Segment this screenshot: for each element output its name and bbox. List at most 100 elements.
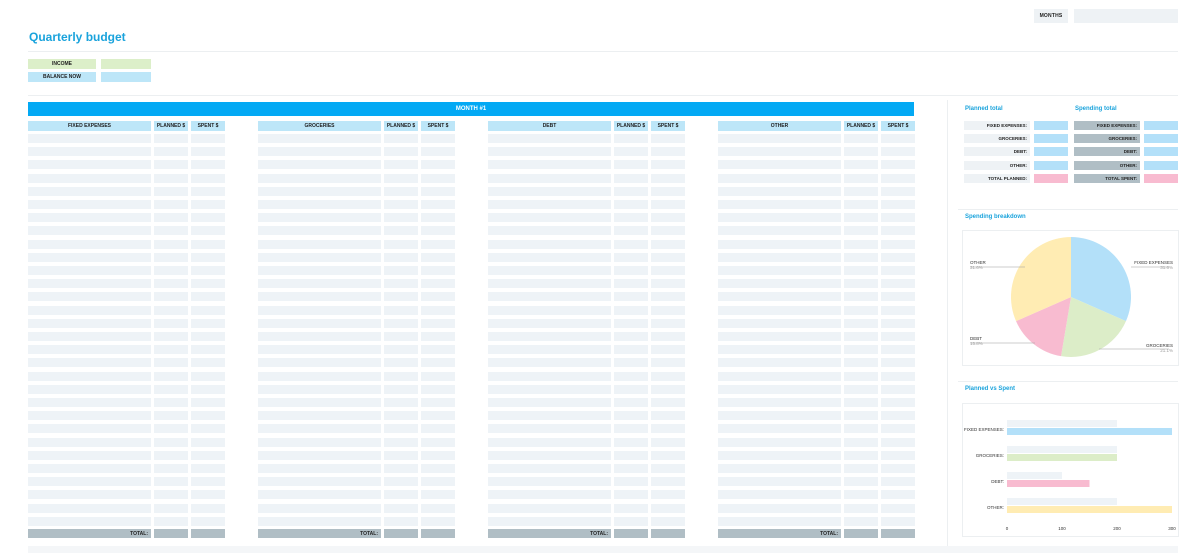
table-cell[interactable] xyxy=(191,186,225,196)
table-cell[interactable] xyxy=(651,424,685,434)
table-cell[interactable] xyxy=(844,464,878,473)
table-cell[interactable] xyxy=(384,305,418,315)
table-cell[interactable] xyxy=(28,213,151,223)
table-cell[interactable] xyxy=(651,332,685,341)
table-cell[interactable] xyxy=(384,266,418,275)
table-cell[interactable] xyxy=(651,398,685,407)
table-cell[interactable] xyxy=(191,345,225,355)
table-cell[interactable] xyxy=(614,160,648,170)
table-cell[interactable] xyxy=(881,186,915,196)
table-cell[interactable] xyxy=(488,134,611,143)
table-cell[interactable] xyxy=(28,279,151,289)
table-cell[interactable] xyxy=(488,411,611,421)
table-cell[interactable] xyxy=(384,503,418,513)
table-cell[interactable] xyxy=(844,371,878,381)
table-cell[interactable] xyxy=(258,173,381,183)
table-cell[interactable] xyxy=(718,213,841,223)
table-cell[interactable] xyxy=(258,503,381,513)
table-cell[interactable] xyxy=(384,437,418,447)
table-cell[interactable] xyxy=(191,292,225,302)
table-cell[interactable] xyxy=(881,411,915,421)
table-cell[interactable] xyxy=(881,226,915,236)
table-cell[interactable] xyxy=(28,252,151,262)
table-cell[interactable] xyxy=(651,200,685,209)
table-cell[interactable] xyxy=(154,345,188,355)
table-cell[interactable] xyxy=(718,200,841,209)
table-cell[interactable] xyxy=(881,279,915,289)
table-cell[interactable] xyxy=(154,318,188,328)
table-cell[interactable] xyxy=(421,134,455,143)
table-cell[interactable] xyxy=(881,266,915,275)
table-cell[interactable] xyxy=(154,358,188,368)
table-cell[interactable] xyxy=(384,464,418,473)
table-cell[interactable] xyxy=(421,173,455,183)
table-cell[interactable] xyxy=(651,490,685,500)
table-cell[interactable] xyxy=(488,279,611,289)
table-cell[interactable] xyxy=(488,213,611,223)
table-cell[interactable] xyxy=(881,160,915,170)
table-cell[interactable] xyxy=(384,332,418,341)
table-cell[interactable] xyxy=(384,318,418,328)
table-cell[interactable] xyxy=(384,173,418,183)
table-cell[interactable] xyxy=(488,266,611,275)
table-cell[interactable] xyxy=(421,345,455,355)
table-cell[interactable] xyxy=(421,490,455,500)
table-cell[interactable] xyxy=(191,200,225,209)
table-cell[interactable] xyxy=(614,516,648,526)
table-cell[interactable] xyxy=(844,332,878,341)
table-cell[interactable] xyxy=(614,147,648,157)
table-cell[interactable] xyxy=(421,411,455,421)
table-cell[interactable] xyxy=(844,173,878,183)
table-cell[interactable] xyxy=(651,358,685,368)
table-cell[interactable] xyxy=(154,200,188,209)
table-cell[interactable] xyxy=(154,503,188,513)
table-cell[interactable] xyxy=(384,226,418,236)
table-cell[interactable] xyxy=(651,516,685,526)
table-cell[interactable] xyxy=(28,173,151,183)
table-cell[interactable] xyxy=(718,186,841,196)
table-cell[interactable] xyxy=(718,516,841,526)
table-cell[interactable] xyxy=(191,516,225,526)
table-cell[interactable] xyxy=(614,424,648,434)
table-cell[interactable] xyxy=(258,305,381,315)
table-cell[interactable] xyxy=(421,318,455,328)
table-cell[interactable] xyxy=(718,266,841,275)
table-cell[interactable] xyxy=(258,490,381,500)
table-cell[interactable] xyxy=(488,437,611,447)
table-cell[interactable] xyxy=(421,424,455,434)
table-cell[interactable] xyxy=(421,358,455,368)
table-cell[interactable] xyxy=(844,516,878,526)
table-cell[interactable] xyxy=(191,371,225,381)
table-cell[interactable] xyxy=(258,134,381,143)
table-cell[interactable] xyxy=(718,358,841,368)
table-cell[interactable] xyxy=(154,398,188,407)
table-cell[interactable] xyxy=(651,384,685,394)
table-cell[interactable] xyxy=(844,279,878,289)
table-cell[interactable] xyxy=(28,411,151,421)
table-cell[interactable] xyxy=(488,371,611,381)
table-cell[interactable] xyxy=(881,477,915,487)
table-cell[interactable] xyxy=(421,305,455,315)
table-cell[interactable] xyxy=(488,424,611,434)
table-cell[interactable] xyxy=(421,186,455,196)
table-cell[interactable] xyxy=(421,226,455,236)
table-cell[interactable] xyxy=(191,503,225,513)
table-cell[interactable] xyxy=(651,477,685,487)
table-cell[interactable] xyxy=(844,147,878,157)
table-cell[interactable] xyxy=(154,305,188,315)
table-cell[interactable] xyxy=(651,147,685,157)
table-cell[interactable] xyxy=(258,213,381,223)
table-cell[interactable] xyxy=(384,371,418,381)
table-cell[interactable] xyxy=(154,464,188,473)
table-cell[interactable] xyxy=(28,147,151,157)
table-cell[interactable] xyxy=(191,213,225,223)
table-cell[interactable] xyxy=(191,464,225,473)
table-cell[interactable] xyxy=(881,332,915,341)
table-cell[interactable] xyxy=(421,200,455,209)
table-cell[interactable] xyxy=(488,226,611,236)
table-cell[interactable] xyxy=(614,477,648,487)
table-cell[interactable] xyxy=(651,305,685,315)
table-cell[interactable] xyxy=(191,173,225,183)
table-cell[interactable] xyxy=(844,358,878,368)
table-cell[interactable] xyxy=(881,239,915,249)
